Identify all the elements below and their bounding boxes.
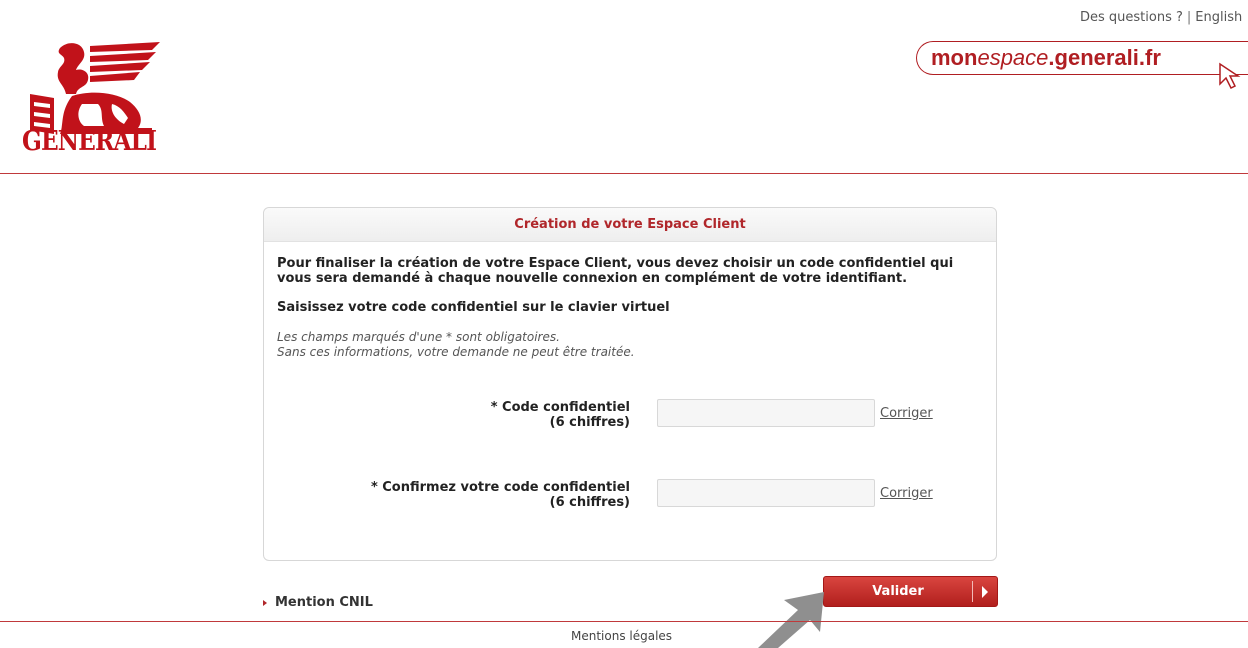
english-link[interactable]: English bbox=[1195, 10, 1242, 25]
separator: | bbox=[1186, 10, 1192, 25]
cnil-link[interactable]: Mention CNIL bbox=[263, 595, 373, 610]
generali-wordmark: GENERALI bbox=[22, 126, 157, 157]
confirm-input[interactable] bbox=[657, 479, 875, 507]
badge-part-mon: mon bbox=[931, 45, 978, 70]
header-divider bbox=[0, 173, 1248, 174]
questions-link[interactable]: Des questions ? bbox=[1080, 10, 1183, 25]
instruction-text: Saisissez votre code confidentiel sur le… bbox=[277, 300, 670, 315]
confirm-label-sub: (6 chiffres) bbox=[549, 495, 630, 510]
cursor-icon bbox=[1219, 62, 1241, 90]
monespace-badge[interactable]: mon espace .generali.fr bbox=[916, 41, 1248, 75]
arrow-right-icon bbox=[973, 585, 997, 598]
footer-divider bbox=[0, 621, 1248, 622]
code-label-sub: (6 chiffres) bbox=[549, 415, 630, 430]
triangle-right-icon bbox=[263, 599, 267, 606]
confirm-label: * Confirmez votre code confidentiel (6 c… bbox=[330, 480, 630, 510]
creation-panel: Création de votre Espace Client Pour fin… bbox=[263, 207, 997, 561]
top-links: Des questions ? | English bbox=[1080, 10, 1248, 25]
required-note-line1: Les champs marqués d'une * sont obligato… bbox=[277, 330, 560, 344]
required-note: Les champs marqués d'une * sont obligato… bbox=[277, 330, 635, 360]
code-input[interactable] bbox=[657, 399, 875, 427]
legal-link[interactable]: Mentions légales bbox=[571, 629, 672, 643]
badge-part-espace: espace bbox=[977, 45, 1049, 70]
code-label-main: * Code confidentiel bbox=[490, 400, 630, 415]
confirm-correct-link[interactable]: Corriger bbox=[880, 486, 933, 501]
confirm-label-main: * Confirmez votre code confidentiel bbox=[370, 480, 630, 495]
pointer-arrow-icon bbox=[758, 592, 824, 648]
cnil-label: Mention CNIL bbox=[275, 595, 373, 610]
code-label: * Code confidentiel (6 chiffres) bbox=[330, 400, 630, 430]
panel-title: Création de votre Espace Client bbox=[264, 208, 996, 242]
badge-part-domain: .generali.fr bbox=[1048, 45, 1161, 70]
code-correct-link[interactable]: Corriger bbox=[880, 406, 933, 421]
validate-label: Valider bbox=[872, 584, 924, 599]
validate-button[interactable]: Valider bbox=[823, 576, 998, 607]
required-note-line2: Sans ces informations, votre demande ne … bbox=[277, 345, 635, 359]
intro-text: Pour finaliser la création de votre Espa… bbox=[277, 256, 954, 286]
